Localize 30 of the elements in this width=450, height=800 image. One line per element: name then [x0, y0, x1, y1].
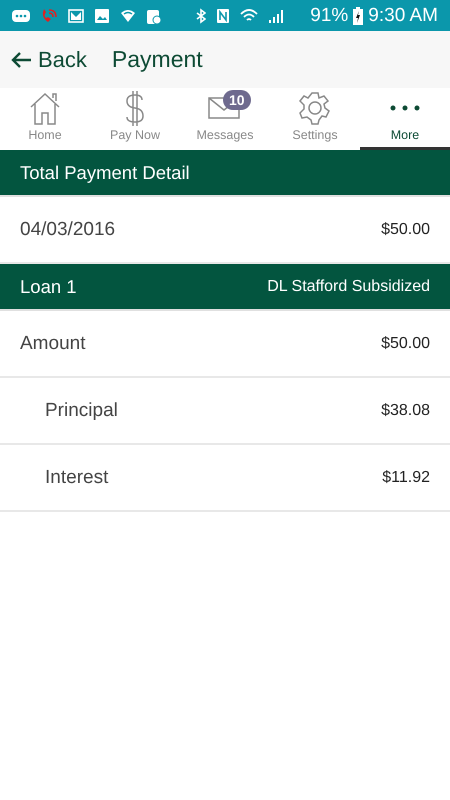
row-value: $11.92 [382, 468, 430, 486]
phone-icon [40, 8, 58, 24]
battery-percent: 91% [310, 4, 348, 26]
chat-icon [12, 8, 30, 22]
section-title: Loan 1 [20, 276, 77, 298]
row-label: Interest [45, 466, 108, 488]
page-title: Payment [112, 46, 203, 73]
signal-icon [268, 8, 284, 24]
wifi-icon [240, 8, 258, 24]
clock: 9:30 AM [368, 4, 438, 26]
nav-tab[interactable]: Pay Now [90, 88, 180, 150]
section-subtitle: DL Stafford Subsidized [267, 278, 430, 296]
settings-icon [297, 90, 333, 126]
row-value: $50.00 [381, 334, 430, 352]
battery-icon [353, 6, 364, 24]
nav-tab[interactable]: 10 Messages [180, 88, 270, 150]
bluetooth-icon [196, 8, 206, 24]
mail-icon [68, 8, 84, 24]
row-label: Amount [20, 332, 86, 354]
nfc-icon [216, 8, 230, 24]
back-arrow-icon [10, 50, 32, 68]
row-label: Principal [45, 400, 118, 422]
count-badge: 10 [223, 90, 251, 110]
row-value: $50.00 [381, 220, 430, 238]
image-icon [94, 8, 110, 24]
row-value: $38.08 [381, 402, 430, 420]
more-icon [390, 105, 420, 111]
row-label: 04/03/2016 [20, 218, 116, 240]
section-title: Total Payment Detail [20, 162, 190, 184]
back-button[interactable]: Back [10, 46, 87, 72]
